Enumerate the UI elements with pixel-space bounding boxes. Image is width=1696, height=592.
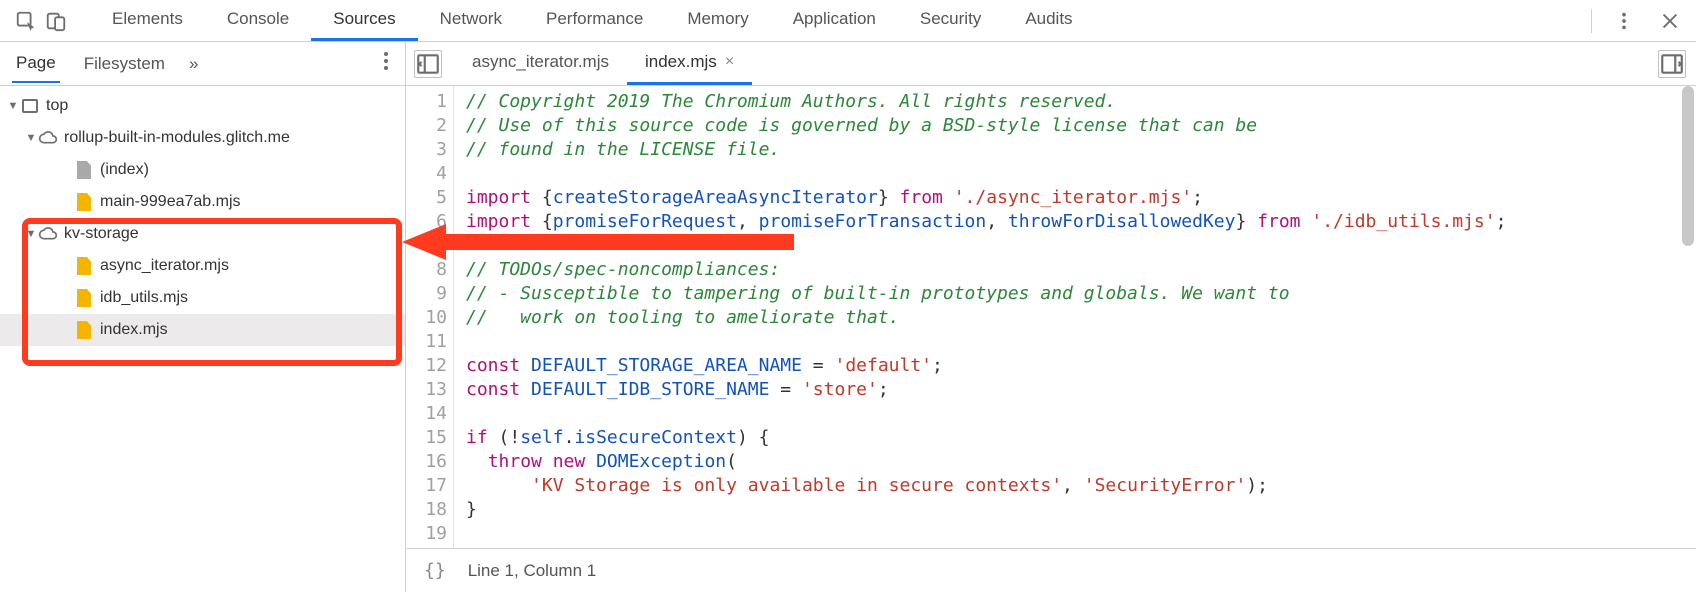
panel-tab-performance[interactable]: Performance (524, 0, 665, 41)
device-toggle-icon[interactable] (42, 7, 70, 35)
close-tab-icon[interactable]: × (725, 53, 734, 71)
code-line[interactable]: import {promiseForRequest, promiseForTra… (466, 210, 1684, 234)
tree-item[interactable]: ▼ kv-storage (0, 218, 405, 250)
code-line[interactable]: const DEFAULT_STORAGE_AREA_NAME = 'defau… (466, 354, 1684, 378)
code-line[interactable]: throw new DOMException( (466, 450, 1684, 474)
inspect-icon[interactable] (12, 7, 40, 35)
cloud-icon (38, 227, 58, 240)
close-icon[interactable] (1656, 7, 1684, 35)
tree-item-label: idb_utils.mjs (100, 289, 188, 307)
panel-tab-application[interactable]: Application (771, 0, 898, 41)
tree-item[interactable]: async_iterator.mjs (0, 250, 405, 282)
tree-item[interactable]: main-999ea7ab.mjs (0, 186, 405, 218)
editor-tab-label: index.mjs (645, 52, 717, 72)
panel-tab-security[interactable]: Security (898, 0, 1003, 41)
tree-item-label: async_iterator.mjs (100, 257, 229, 275)
editor-tab-label: async_iterator.mjs (472, 52, 609, 72)
tree-item-label: main-999ea7ab.mjs (100, 193, 241, 211)
line-gutter: 12345678910111213141516171819 (406, 86, 454, 548)
tree-item[interactable]: ▼ top (0, 90, 405, 122)
panel-tab-console[interactable]: Console (205, 0, 311, 41)
devtools-toolbar: ElementsConsoleSourcesNetworkPerformance… (0, 0, 1696, 42)
toggle-debugger-icon[interactable] (1658, 50, 1686, 78)
code-content[interactable]: // Copyright 2019 The Chromium Authors. … (454, 86, 1696, 548)
frame-icon (20, 99, 40, 113)
code-line[interactable]: // Use of this source code is governed b… (466, 114, 1684, 138)
navigator-overflow-icon[interactable]: » (189, 54, 198, 74)
tree-arrow-icon[interactable]: ▼ (6, 100, 20, 112)
cursor-position: Line 1, Column 1 (468, 561, 597, 581)
code-line[interactable]: } (466, 498, 1684, 522)
file-icon (74, 161, 94, 179)
tree-item[interactable]: (index) (0, 154, 405, 186)
panel-tab-sources[interactable]: Sources (311, 0, 417, 41)
code-line[interactable]: // - Susceptible to tampering of built-i… (466, 282, 1684, 306)
tree-arrow-icon[interactable]: ▼ (24, 228, 38, 240)
tree-item-label: (index) (100, 161, 149, 179)
tree-arrow-icon[interactable]: ▼ (24, 132, 38, 144)
tree-item[interactable]: idb_utils.mjs (0, 282, 405, 314)
toolbar-divider (1591, 9, 1592, 33)
panel-tab-network[interactable]: Network (418, 0, 524, 41)
script-file-icon (74, 289, 94, 307)
main-area: Page Filesystem » ▼ top ▼ rollup-built-in-m… (0, 42, 1696, 592)
script-file-icon (74, 257, 94, 275)
tree-item-label: kv-storage (64, 225, 139, 243)
tree-item[interactable]: index.mjs (0, 314, 405, 346)
sources-panel: async_iterator.mjs index.mjs × 12345678910… (406, 42, 1696, 592)
code-line[interactable] (466, 162, 1684, 186)
navigator-tab-filesystem[interactable]: Filesystem (80, 46, 169, 82)
navigator-tab-page[interactable]: Page (12, 45, 60, 83)
script-file-icon (74, 193, 94, 211)
navigator-panel: Page Filesystem » ▼ top ▼ rollup-built-in-m… (0, 42, 406, 592)
tree-item[interactable]: ▼ rollup-built-in-modules.glitch.me (0, 122, 405, 154)
cloud-icon (38, 131, 58, 144)
toggle-navigator-icon[interactable] (414, 50, 442, 78)
code-line[interactable]: if (!self.isSecureContext) { (466, 426, 1684, 450)
navigator-kebab-icon[interactable] (379, 51, 393, 77)
tree-item-label: index.mjs (100, 321, 168, 339)
code-editor[interactable]: 12345678910111213141516171819 // Copyrig… (406, 86, 1696, 548)
code-line[interactable] (466, 330, 1684, 354)
panel-tab-memory[interactable]: Memory (665, 0, 770, 41)
code-line[interactable]: const DEFAULT_IDB_STORE_NAME = 'store'; (466, 378, 1684, 402)
panel-tab-audits[interactable]: Audits (1003, 0, 1094, 41)
code-line[interactable]: 'KV Storage is only available in secure … (466, 474, 1684, 498)
tree-item-label: rollup-built-in-modules.glitch.me (64, 129, 290, 147)
editor-tab[interactable]: async_iterator.mjs (454, 42, 627, 85)
tree-item-label: top (46, 97, 68, 115)
navigator-tabs: Page Filesystem » (0, 42, 405, 86)
editor-tabs: async_iterator.mjs index.mjs × (406, 42, 1696, 86)
editor-tab[interactable]: index.mjs × (627, 42, 752, 85)
devtools-panel-tabs: ElementsConsoleSourcesNetworkPerformance… (90, 0, 1095, 41)
pretty-print-icon[interactable]: {} (424, 560, 446, 581)
file-tree[interactable]: ▼ top ▼ rollup-built-in-modules.glitch.me (i… (0, 86, 405, 592)
code-line[interactable]: // found in the LICENSE file. (466, 138, 1684, 162)
script-file-icon (74, 321, 94, 339)
code-line[interactable] (466, 402, 1684, 426)
scrollbar-thumb[interactable] (1682, 86, 1694, 246)
code-line[interactable] (466, 234, 1684, 258)
kebab-menu-icon[interactable] (1610, 7, 1638, 35)
code-line[interactable]: // work on tooling to ameliorate that. (466, 306, 1684, 330)
code-line[interactable] (466, 522, 1684, 546)
editor-status-bar: {} Line 1, Column 1 (406, 548, 1696, 592)
panel-tab-elements[interactable]: Elements (90, 0, 205, 41)
code-line[interactable]: // TODOs/spec-noncompliances: (466, 258, 1684, 282)
code-line[interactable]: // Copyright 2019 The Chromium Authors. … (466, 90, 1684, 114)
code-line[interactable]: import {createStorageAreaAsyncIterator} … (466, 186, 1684, 210)
